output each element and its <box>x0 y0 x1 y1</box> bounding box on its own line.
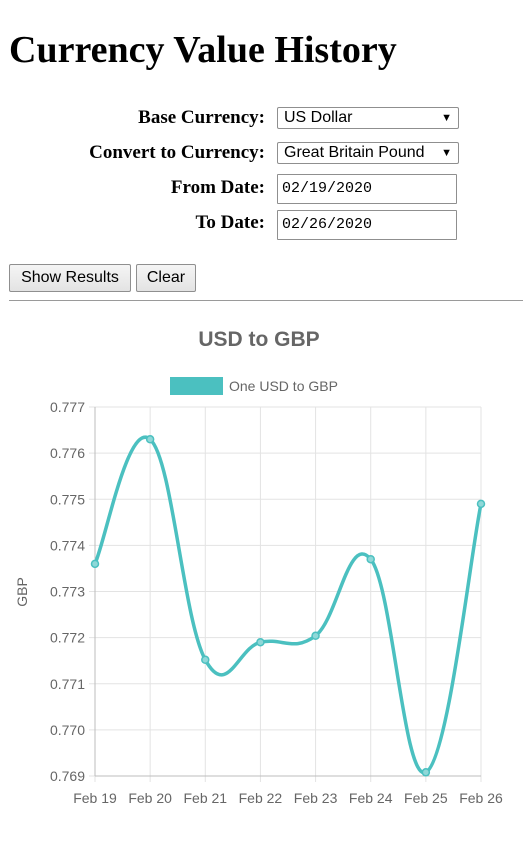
data-point[interactable] <box>311 631 320 641</box>
y-tick-label: 0.769 <box>50 768 85 784</box>
y-tick-label: 0.775 <box>50 491 85 507</box>
data-point[interactable] <box>256 637 265 647</box>
data-point[interactable] <box>366 554 375 564</box>
chart-title: USD to GBP <box>198 328 319 351</box>
x-tick-label: Feb 20 <box>128 790 172 806</box>
data-point[interactable] <box>145 435 155 444</box>
x-tick-label: Feb 23 <box>294 790 338 806</box>
data-point[interactable] <box>421 768 431 777</box>
x-tick-label: Feb 26 <box>459 790 503 806</box>
line-chart: USD to GBP One USD to GBP GBP 0.769 0.770… <box>14 328 503 806</box>
legend-swatch <box>170 377 223 395</box>
x-tick-label: Feb 22 <box>239 790 283 806</box>
x-tick-label: Feb 25 <box>404 790 448 806</box>
data-point[interactable] <box>476 499 486 509</box>
y-tick-label: 0.771 <box>50 676 85 692</box>
y-tick-label: 0.777 <box>50 399 85 415</box>
y-tick-label: 0.774 <box>50 537 85 553</box>
y-tick-label: 0.773 <box>50 584 85 600</box>
y-tick-label: 0.772 <box>50 630 85 646</box>
data-point[interactable] <box>90 559 100 569</box>
x-tick-label: Feb 19 <box>73 790 117 806</box>
y-tick-label: 0.776 <box>50 445 85 461</box>
legend-label[interactable]: One USD to GBP <box>229 378 338 394</box>
x-tick-label: Feb 21 <box>183 790 227 806</box>
data-point[interactable] <box>201 655 210 665</box>
x-tick-label: Feb 24 <box>349 790 393 806</box>
series-line <box>93 435 483 775</box>
y-tick-label: 0.770 <box>50 722 85 738</box>
y-axis-label: GBP <box>14 577 30 607</box>
